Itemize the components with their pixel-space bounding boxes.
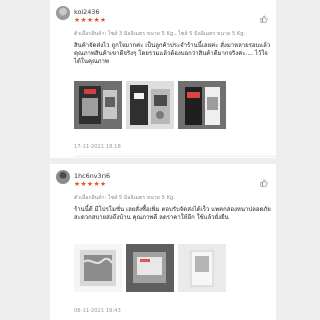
rating-stars: ★★★★★ — [74, 16, 107, 24]
review-card: koi2436 ★★★★★ ตัวเลือกสินค้า: ไซส์ 3 มิล… — [50, 0, 276, 158]
review-card: 1hc6nv3ri6 ★★★★★ ตัวเลือกสินค้า: ไซส์ 5 … — [50, 164, 276, 320]
rating-stars: ★★★★★ — [74, 180, 107, 188]
reviewer-name[interactable]: koi2436 — [74, 8, 99, 16]
review-screen: koi2436 ★★★★★ ตัวเลือกสินค้า: ไซส์ 3 มิล… — [0, 0, 320, 320]
review-images — [74, 81, 226, 129]
review-image[interactable] — [178, 81, 226, 129]
review-time: 17-11-2021 18:18 — [74, 144, 121, 150]
review-image[interactable] — [126, 81, 174, 129]
review-image[interactable] — [74, 81, 122, 129]
review-images — [74, 244, 226, 292]
review-time: 08-11-2021 19:43 — [74, 308, 121, 314]
avatar[interactable] — [56, 6, 70, 20]
avatar[interactable] — [56, 170, 70, 184]
review-text: ร้านนี้ดี มีโปรโมชั่น เลยสั่งซื้อเพิ่ม ต… — [74, 206, 271, 222]
variant-label: ตัวเลือกสินค้า: ไซส์ 3 มิลลิเมตร ขนาด 5 … — [74, 31, 246, 37]
review-image[interactable] — [178, 244, 226, 292]
review-image[interactable] — [74, 244, 122, 292]
reviewer-name[interactable]: 1hc6nv3ri6 — [74, 172, 110, 180]
divider — [74, 156, 276, 157]
thumbs-up-icon[interactable] — [260, 8, 268, 23]
variant-label: ตัวเลือกสินค้า: ไซส์ 5 มิลลิเมตร ขนาด 5 … — [74, 195, 175, 201]
thumbs-up-icon[interactable] — [260, 172, 268, 187]
review-image[interactable] — [126, 244, 174, 292]
review-text: สินค้าจัดส่งไว ถูกใจมากค่ะ เป็นลูกค้าประ… — [74, 42, 271, 66]
